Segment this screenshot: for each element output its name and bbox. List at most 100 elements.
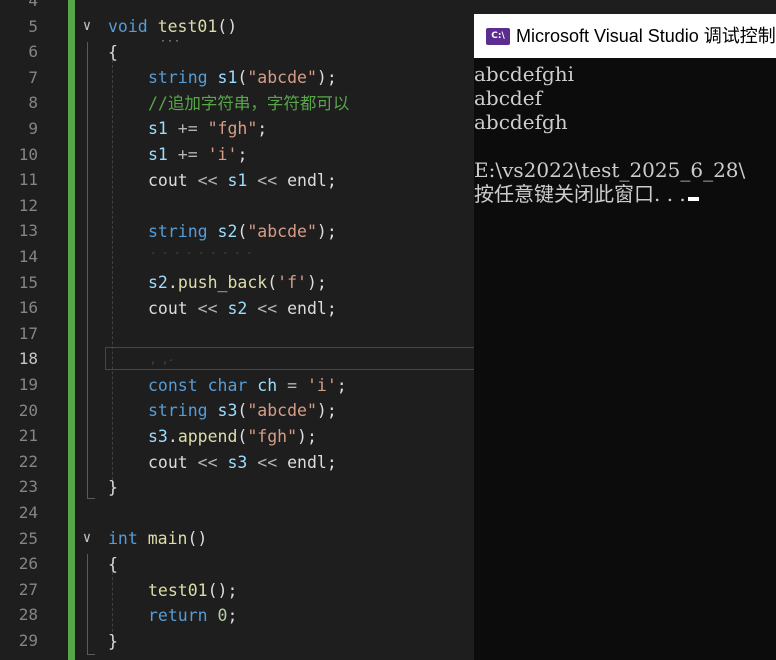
code-token: s3 xyxy=(148,427,168,446)
code-token: string xyxy=(148,222,208,241)
code-token: "fgh" xyxy=(207,119,258,138)
code-line-20[interactable]: string s3("abcde"); xyxy=(148,398,337,424)
code-token: "fgh" xyxy=(247,427,298,446)
code-token: s3 xyxy=(227,453,248,472)
code-line-19[interactable]: const char ch = 'i'; xyxy=(148,373,347,399)
collapsed-text-hint: , ,- xyxy=(150,355,175,366)
fold-region-line xyxy=(87,554,88,654)
code-token: ( xyxy=(237,401,248,420)
code-token: 0 xyxy=(217,606,228,625)
code-line-8[interactable]: //追加字符串，字符都可以 xyxy=(148,91,349,117)
code-token: endl xyxy=(287,171,327,190)
code-token: "abcde" xyxy=(247,222,317,241)
code-token: ; xyxy=(326,453,337,472)
code-line-27[interactable]: test01(); xyxy=(148,578,237,604)
fold-region-line xyxy=(87,42,88,498)
code-token: { xyxy=(108,43,118,62)
fold-region-end xyxy=(87,498,95,499)
code-line-28[interactable]: return 0; xyxy=(148,603,237,629)
code-line-25[interactable]: int main() xyxy=(108,526,207,552)
code-token: s1 xyxy=(148,145,168,164)
code-token: ; xyxy=(326,299,337,318)
line-number: 10 xyxy=(18,144,38,164)
code-line-10[interactable]: s1 += 'i'; xyxy=(148,142,247,168)
code-token: } xyxy=(108,632,118,651)
code-line-26[interactable]: { xyxy=(108,552,118,578)
code-token: string xyxy=(148,68,208,87)
line-number: 8 xyxy=(28,93,38,113)
code-comment: //追加字符串，字符都可以 xyxy=(148,94,350,113)
code-line-23[interactable]: } xyxy=(108,475,118,501)
code-token: s3 xyxy=(217,401,238,420)
code-token: ; xyxy=(326,171,337,190)
code-token: ); xyxy=(316,68,337,87)
code-token: test01 xyxy=(148,581,208,600)
code-token: const xyxy=(148,376,198,395)
code-token: cout xyxy=(148,299,188,318)
line-number: 19 xyxy=(18,375,38,394)
code-token: char xyxy=(207,376,248,395)
code-line-22[interactable]: cout << s3 << endl; xyxy=(148,450,337,476)
line-number: 16 xyxy=(18,298,38,318)
code-token: ); xyxy=(316,222,337,241)
code-token: 'f' xyxy=(277,273,307,292)
debug-console-window[interactable]: C:\ Microsoft Visual Studio 调试控制台 abcdef… xyxy=(474,14,776,660)
console-title: Microsoft Visual Studio 调试控制台 xyxy=(516,26,776,46)
code-token: () xyxy=(187,529,208,548)
code-token: << xyxy=(187,453,228,472)
code-token: << xyxy=(187,171,228,190)
code-line-29[interactable]: } xyxy=(108,629,118,655)
line-number: 17 xyxy=(18,323,38,343)
code-line-15[interactable]: s2.push_back('f'); xyxy=(148,270,327,296)
code-token: ( xyxy=(267,273,278,292)
code-line-5[interactable]: void test01() xyxy=(108,14,237,40)
code-token: << xyxy=(247,171,288,190)
code-token: append xyxy=(177,427,238,446)
code-token: main xyxy=(147,529,188,548)
code-token: push_back xyxy=(177,273,268,292)
code-line-9[interactable]: s1 += "fgh"; xyxy=(148,116,267,142)
code-token: ch xyxy=(257,376,278,395)
code-token: ); xyxy=(297,427,317,446)
code-token: } xyxy=(108,478,118,497)
code-line-21[interactable]: s3.append("fgh"); xyxy=(148,424,317,450)
text-cursor xyxy=(687,197,699,201)
code-token: (); xyxy=(207,581,238,600)
code-token: << xyxy=(247,299,288,318)
code-token: ; xyxy=(237,145,248,164)
code-token: test01 xyxy=(157,17,218,36)
console-output-line: E:\vs2022\test_2025_6_28\ xyxy=(474,158,746,182)
line-number: 25 xyxy=(18,528,38,548)
code-token: ; xyxy=(257,119,268,138)
code-token: int xyxy=(108,529,138,548)
code-line-16[interactable]: cout << s2 << endl; xyxy=(148,296,337,322)
code-token: += xyxy=(167,145,208,164)
code-token: s2 xyxy=(217,222,238,241)
code-token: s1 xyxy=(148,119,168,138)
code-token: ( xyxy=(237,222,248,241)
code-token: endl xyxy=(287,453,327,472)
code-line-13[interactable]: string s2("abcde"); xyxy=(148,219,337,245)
chevron-down-icon[interactable]: ∨ xyxy=(80,14,94,40)
line-number: 12 xyxy=(18,195,38,215)
chevron-down-icon[interactable]: ∨ xyxy=(80,526,94,552)
line-number: 15 xyxy=(18,272,38,292)
line-number: 5 xyxy=(28,16,38,36)
code-line-6[interactable]: { xyxy=(108,40,118,66)
indent-guide xyxy=(112,60,113,490)
line-number: 9 xyxy=(28,119,38,138)
change-indicator-bar xyxy=(68,0,75,660)
code-line-7[interactable]: string s1("abcde"); xyxy=(148,65,337,91)
line-number: 29 xyxy=(18,631,38,650)
code-line-11[interactable]: cout << s1 << endl; xyxy=(148,168,337,194)
code-token: string xyxy=(148,401,208,420)
line-number: 27 xyxy=(18,579,38,599)
code-token: ; xyxy=(336,376,347,395)
console-output-line: abcdefgh xyxy=(474,110,568,134)
console-titlebar[interactable]: C:\ Microsoft Visual Studio 调试控制台 xyxy=(474,14,776,58)
code-token: s2 xyxy=(148,273,168,292)
code-token: << xyxy=(187,299,228,318)
console-app-icon: C:\ xyxy=(486,28,510,45)
code-token: () xyxy=(217,17,238,36)
console-prompt-text: 按任意键关闭此窗口. . . xyxy=(474,182,686,206)
